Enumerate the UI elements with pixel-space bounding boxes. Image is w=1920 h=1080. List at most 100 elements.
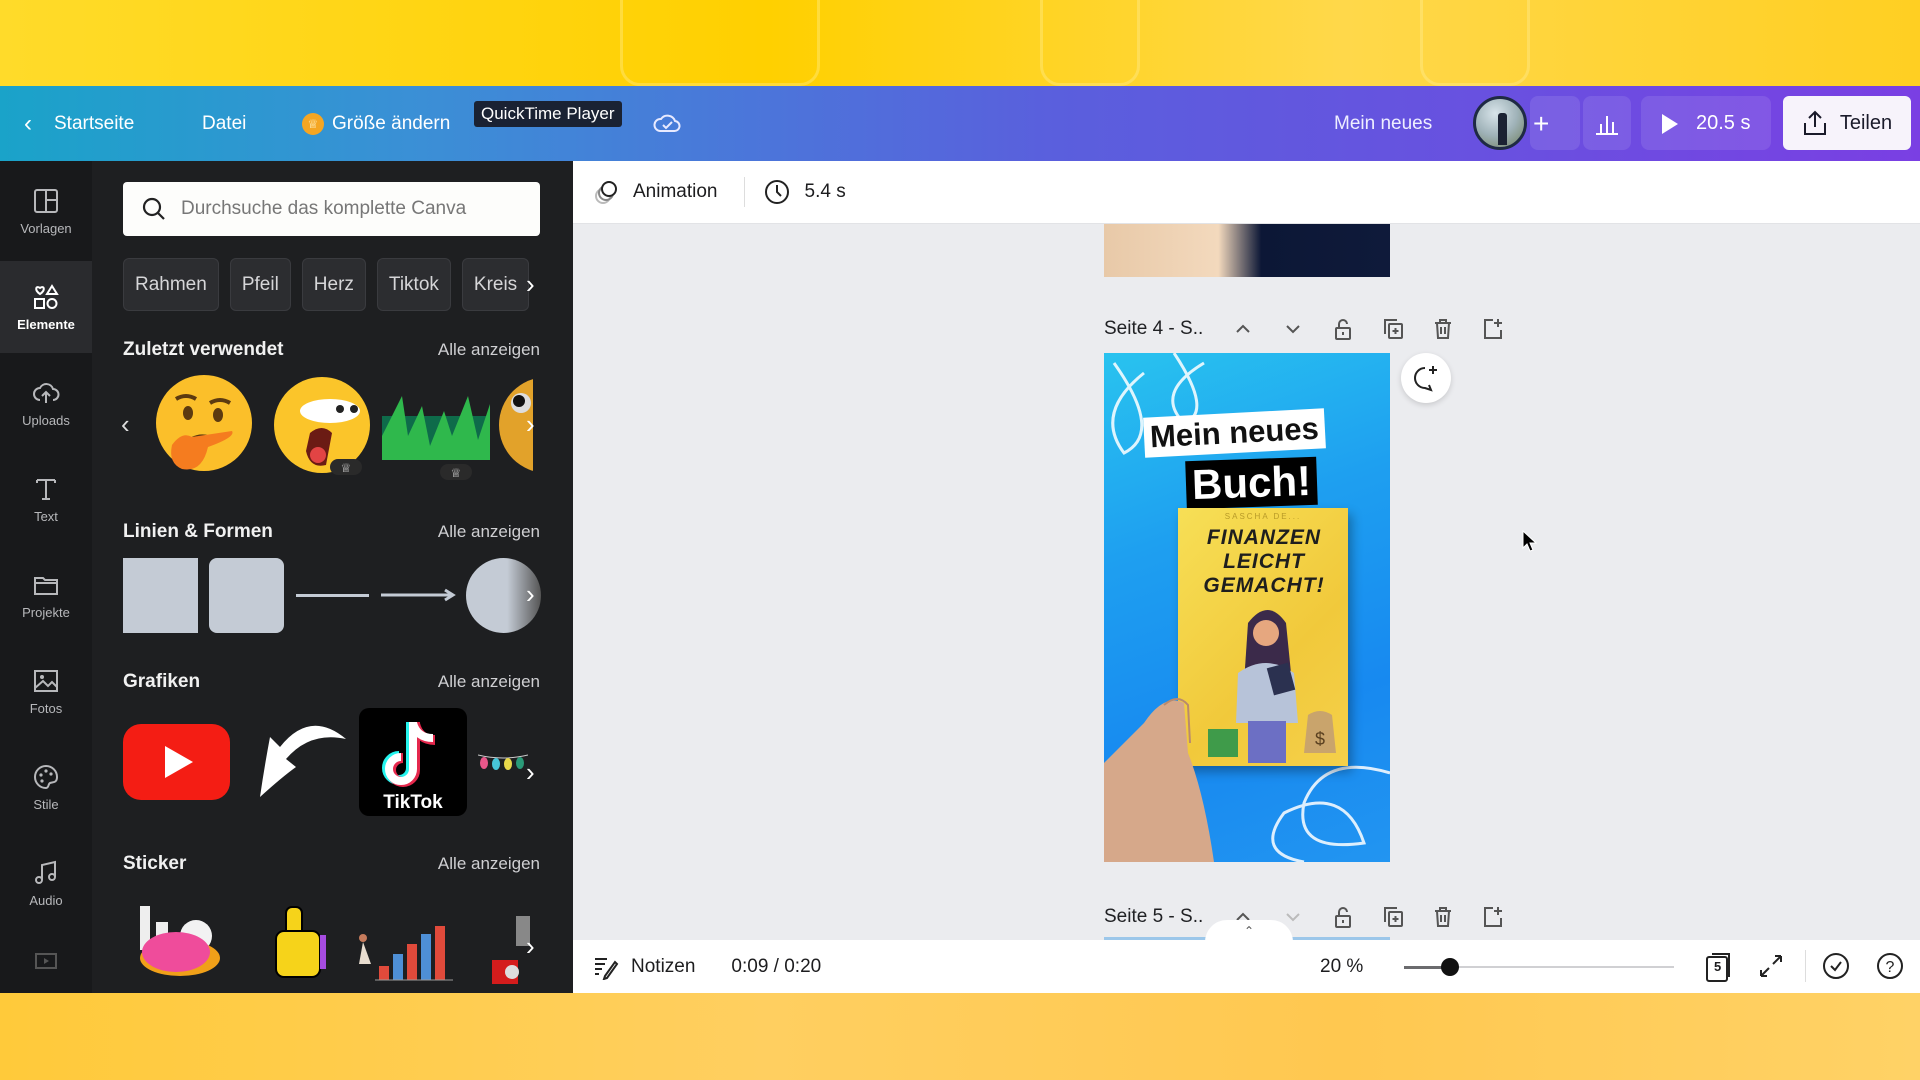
expand-timeline-button[interactable]: ⌃	[1205, 920, 1293, 942]
youtube-logo-thumb[interactable]	[123, 724, 230, 800]
page-4-design[interactable]: Mein neues Buch! SASCHA DE... FINANZEN L…	[1104, 353, 1390, 862]
add-comment-button[interactable]	[1401, 353, 1451, 403]
music-icon	[35, 860, 56, 884]
share-upload-icon	[1803, 110, 1826, 135]
sidebar-item-elemente[interactable]: Elemente	[0, 261, 92, 353]
zoom-slider-handle[interactable]	[1440, 958, 1459, 976]
chevron-up-icon[interactable]	[1231, 317, 1255, 341]
sidebar-item-video[interactable]	[0, 931, 92, 991]
resize-label: Größe ändern	[332, 112, 451, 134]
page-count-button[interactable]: 5	[1703, 951, 1735, 989]
chevron-left-icon: ‹	[24, 109, 32, 137]
zoom-slider[interactable]	[1404, 958, 1674, 976]
design-title[interactable]: Mein neues	[1334, 113, 1432, 135]
jungle-leaves-thumb[interactable]: ♕	[382, 376, 494, 480]
upload-cloud-icon	[33, 382, 60, 403]
user-avatar[interactable]	[1473, 96, 1527, 150]
thumbs-up-sticker[interactable]	[266, 901, 336, 981]
recent-prev-icon[interactable]: ‹	[121, 409, 130, 440]
stickers-next-icon[interactable]: ›	[526, 931, 535, 962]
chip-tiktok[interactable]: Tiktok	[376, 258, 451, 311]
sidebar-item-projekte[interactable]: Projekte	[0, 549, 92, 641]
sidebar-item-uploads[interactable]: Uploads	[0, 357, 92, 449]
animation-button[interactable]: Animation	[593, 178, 718, 206]
trash-icon[interactable]	[1431, 317, 1455, 341]
template-icon	[34, 188, 58, 213]
editor-toolbar: Animation 5.4 s	[573, 161, 1920, 224]
back-home-button[interactable]: ‹ Startseite	[24, 110, 134, 138]
page-3-thumbnail[interactable]	[1104, 224, 1390, 277]
crown-icon: ♕	[302, 112, 324, 135]
add-page-icon[interactable]	[1481, 317, 1505, 341]
page-4-header: Seite 4 - S..	[1104, 317, 1505, 341]
add-page-icon[interactable]	[1481, 905, 1505, 929]
recent-see-all-link[interactable]: Alle anzeigen	[438, 340, 540, 360]
sidebar-item-text[interactable]: Text	[0, 453, 92, 545]
string-lights-thumb[interactable]	[478, 751, 528, 775]
notes-button[interactable]: Notizen	[593, 954, 695, 980]
roast-turkey-sticker[interactable]	[126, 896, 226, 984]
share-label: Teilen	[1839, 111, 1893, 134]
animation-icon	[595, 181, 617, 204]
graphics-see-all-link[interactable]: Alle anzeigen	[438, 672, 540, 692]
timecode: 0:09 / 0:20	[731, 955, 822, 977]
page-count: 5	[1714, 959, 1722, 974]
chip-pfeil[interactable]: Pfeil	[229, 258, 291, 311]
search-box[interactable]	[123, 182, 540, 236]
elements-panel: Rahmen Pfeil Herz Tiktok Kreis › Zuletzt…	[92, 161, 573, 993]
rolling-eyes-emoji-thumb[interactable]: ♕	[270, 373, 374, 477]
hand-illustration	[1104, 698, 1214, 862]
share-button[interactable]: Teilen	[1783, 96, 1911, 150]
cloud-saved-icon[interactable]	[652, 109, 682, 139]
unlock-icon[interactable]	[1331, 317, 1355, 341]
sidebar-item-audio[interactable]: Audio	[0, 837, 92, 929]
trash-icon[interactable]	[1431, 905, 1455, 929]
thinking-emoji-thumb[interactable]	[152, 373, 256, 477]
growth-chart-sticker[interactable]	[357, 926, 455, 982]
duration-button[interactable]: 5.4 s	[763, 178, 846, 206]
help-icon[interactable]: ?	[1876, 952, 1904, 980]
chevron-down-icon[interactable]	[1281, 317, 1305, 341]
stickers-see-all-link[interactable]: Alle anzeigen	[438, 854, 540, 874]
recent-title: Zuletzt verwendet	[123, 339, 284, 360]
mouse-cursor-icon	[1522, 530, 1538, 552]
chip-herz[interactable]: Herz	[301, 258, 366, 311]
sidebar-item-stile[interactable]: Stile	[0, 741, 92, 833]
arrow-line-thumb[interactable]	[381, 587, 457, 603]
search-input[interactable]	[181, 198, 521, 220]
add-collaborator-button[interactable]: +	[1533, 108, 1549, 140]
line-shape-thumb[interactable]	[296, 594, 369, 597]
unlock-icon[interactable]	[1331, 905, 1355, 929]
tiktok-logo-thumb[interactable]: TikTok	[359, 708, 467, 816]
duplicate-page-icon[interactable]	[1381, 317, 1405, 341]
chip-rahmen[interactable]: Rahmen	[123, 258, 219, 311]
recent-next-icon[interactable]: ›	[526, 409, 535, 440]
svg-text:$: $	[1315, 729, 1325, 749]
graphics-next-icon[interactable]: ›	[526, 757, 535, 788]
shapes-next-icon[interactable]: ›	[526, 579, 535, 610]
design-headline-line2[interactable]: Buch!	[1185, 456, 1318, 510]
page-5-label[interactable]: Seite 5 - S..	[1104, 906, 1203, 928]
file-menu[interactable]: Datei	[202, 113, 246, 135]
zoom-percentage[interactable]: 20 %	[1320, 956, 1363, 978]
animation-label: Animation	[633, 181, 718, 202]
fullscreen-icon[interactable]	[1758, 953, 1784, 979]
chip-kreis[interactable]: Kreis	[461, 258, 530, 311]
page-4-label[interactable]: Seite 4 - S..	[1104, 318, 1203, 340]
duplicate-page-icon[interactable]	[1381, 905, 1405, 929]
play-preview-button[interactable]: 20.5 s	[1660, 112, 1750, 136]
rounded-square-shape-thumb[interactable]	[209, 558, 284, 633]
resize-button[interactable]: ♕ Größe ändern	[302, 112, 451, 135]
background-top	[0, 0, 1920, 86]
chips-next-icon[interactable]: ›	[526, 269, 535, 300]
sidebar-rail: Vorlagen Elemente Uploads Text Projekte …	[0, 161, 92, 993]
home-label: Startseite	[54, 112, 135, 134]
square-shape-thumb[interactable]	[123, 558, 198, 633]
palette-icon	[34, 764, 59, 789]
check-circle-icon[interactable]	[1822, 952, 1850, 980]
shapes-see-all-link[interactable]: Alle anzeigen	[438, 522, 540, 542]
insights-button[interactable]	[1593, 110, 1621, 138]
curved-arrow-thumb[interactable]	[240, 717, 350, 809]
sidebar-item-fotos[interactable]: Fotos	[0, 645, 92, 737]
sidebar-item-vorlagen[interactable]: Vorlagen	[0, 165, 92, 257]
